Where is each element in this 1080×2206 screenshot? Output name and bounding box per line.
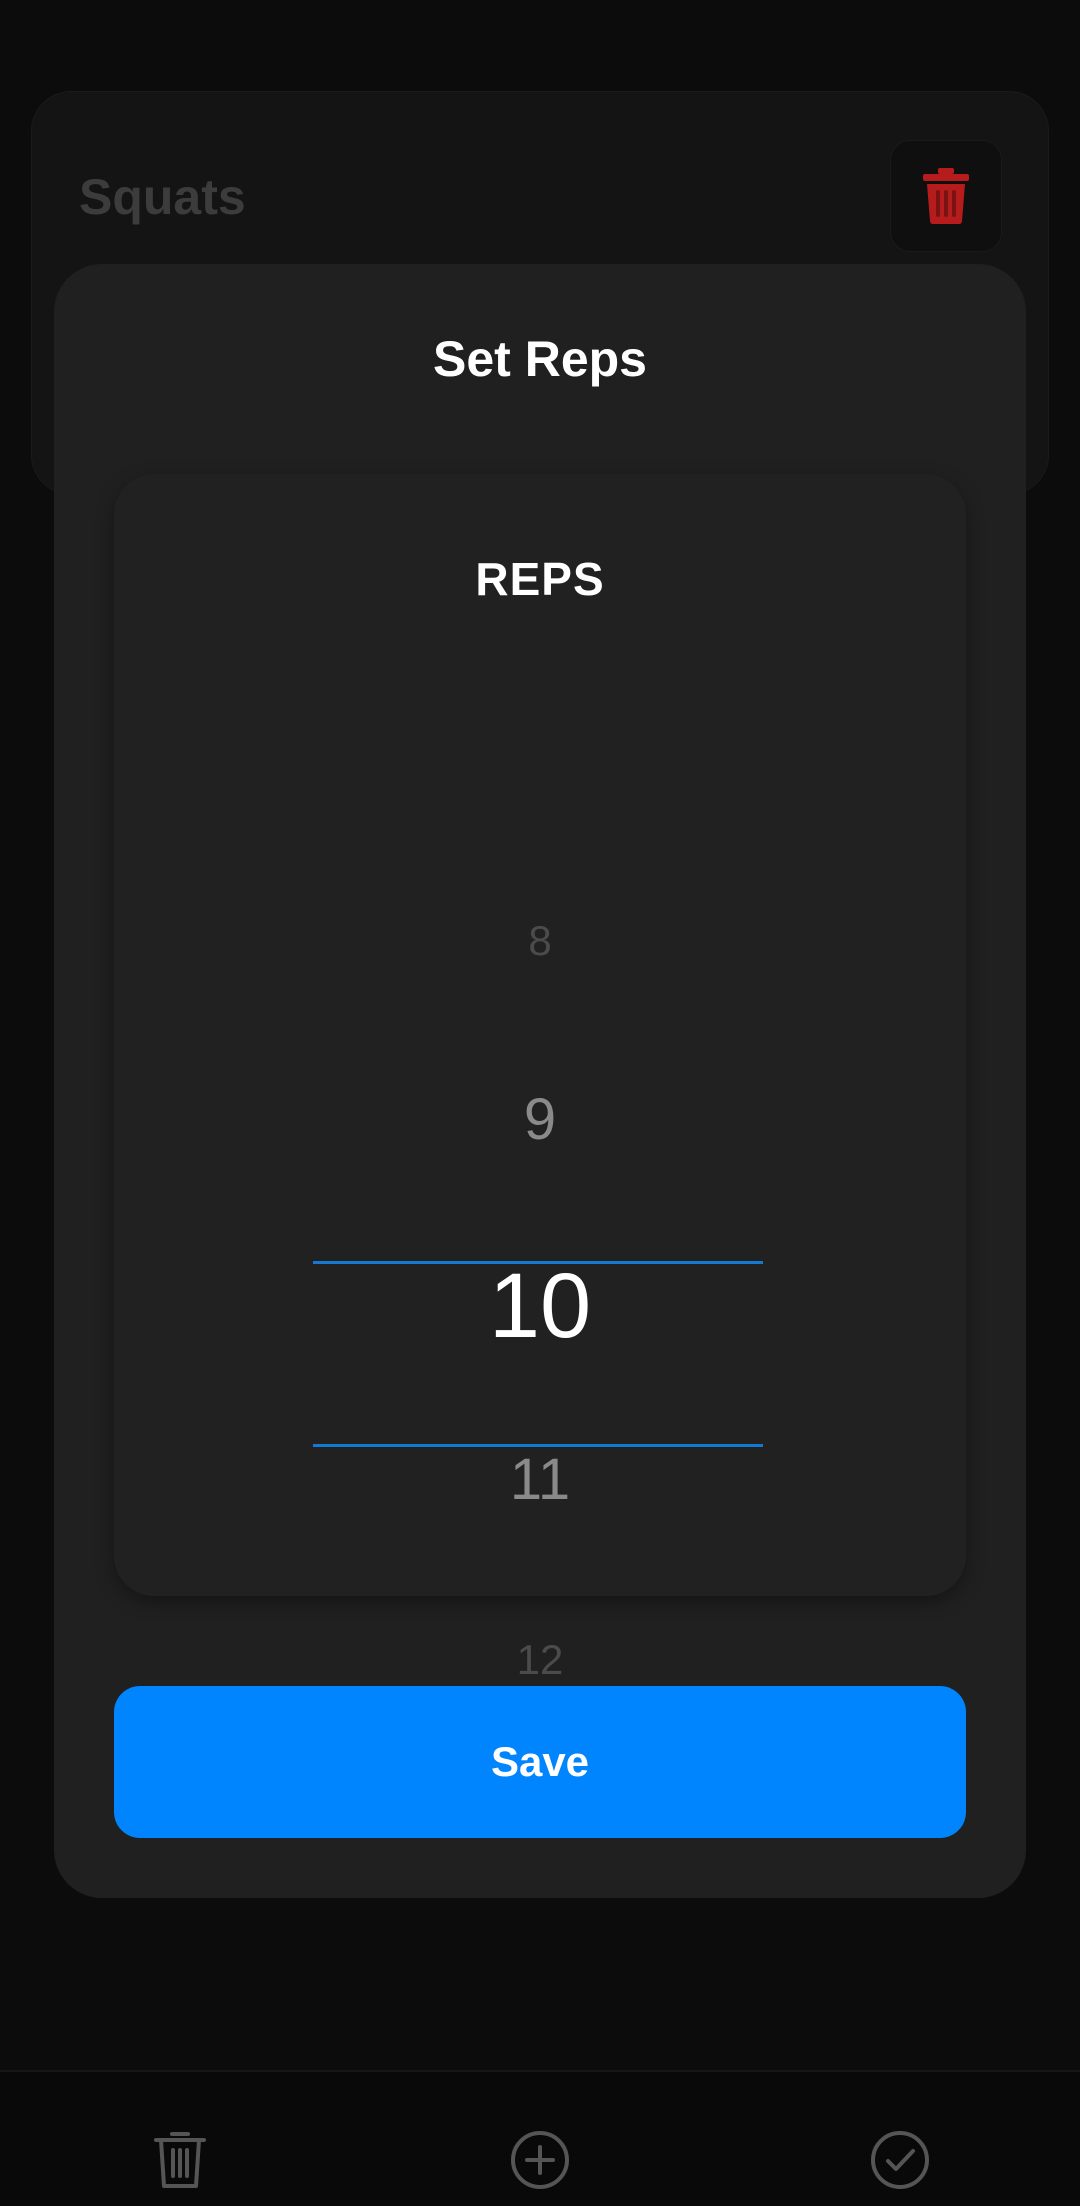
set-reps-dialog: Set Reps REPS 8 9 10 11 12 Save	[54, 264, 1026, 1898]
picker-option-8[interactable]: 8	[114, 917, 966, 965]
check-circle-icon[interactable]	[868, 2128, 932, 2192]
trash-icon	[923, 168, 969, 224]
bottom-action-bar	[0, 2070, 1080, 2206]
dialog-title: Set Reps	[433, 331, 647, 387]
picker-option-11[interactable]: 11	[114, 1446, 966, 1513]
trash-icon[interactable]	[148, 2128, 212, 2192]
plus-circle-icon[interactable]	[508, 2128, 572, 2192]
exercise-title: Squats	[79, 169, 246, 225]
picker-option-9[interactable]: 9	[114, 1086, 966, 1153]
delete-exercise-button[interactable]	[890, 140, 1002, 252]
save-button[interactable]: Save	[114, 1686, 966, 1838]
app-screen: Squats Set Reps REPS 8 9 10 11 12 Save	[0, 0, 1080, 2206]
reps-picker[interactable]: REPS 8 9 10 11 12	[114, 474, 966, 1683]
picker-option-12[interactable]: 12	[114, 1636, 966, 1684]
picker-selected-value[interactable]: 10	[114, 1254, 966, 1359]
picker-label: REPS	[475, 553, 605, 605]
